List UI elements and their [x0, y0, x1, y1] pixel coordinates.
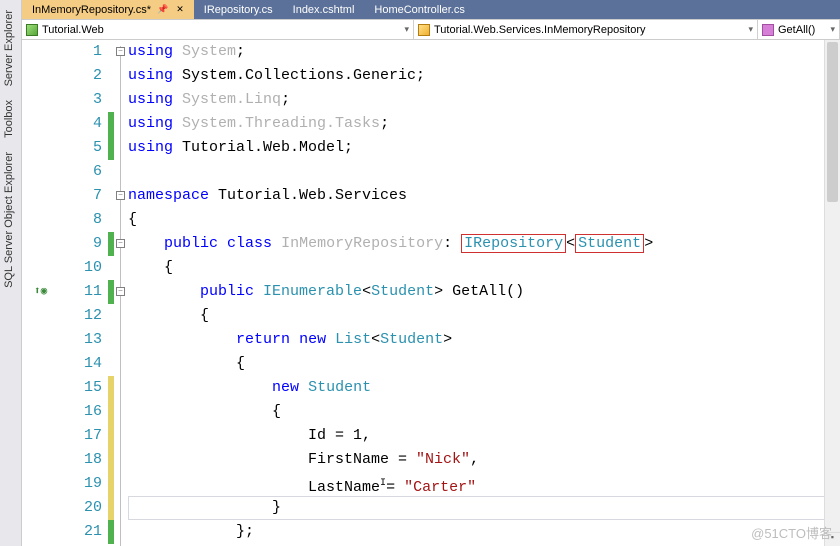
line-number: 14 [58, 352, 102, 376]
line-number: 7 [58, 184, 102, 208]
nav-class-label: Tutorial.Web.Services.InMemoryRepository [434, 24, 646, 36]
file-tab-label: HomeController.cs [374, 4, 464, 16]
line-number: 9 [58, 232, 102, 256]
line-number: 16 [58, 400, 102, 424]
fold-toggle[interactable]: − [116, 239, 125, 248]
file-tab-active[interactable]: InMemoryRepository.cs* 📌 ✕ [22, 0, 194, 19]
line-number: 4 [58, 112, 102, 136]
nav-class-dropdown[interactable]: Tutorial.Web.Services.InMemoryRepository… [414, 20, 758, 39]
code-line[interactable]: using System.Linq; [128, 88, 840, 112]
file-tab[interactable]: IRepository.cs [194, 0, 283, 19]
code-line[interactable]: Id = 1, [128, 424, 840, 448]
line-number: 11 [58, 280, 102, 304]
code-line[interactable]: public IEnumerable<Student> GetAll() [128, 280, 840, 304]
code-line[interactable]: using Tutorial.Web.Model; [128, 136, 840, 160]
file-tab-label: Index.cshtml [293, 4, 355, 16]
outline-column: − − − − [114, 40, 128, 546]
code-line[interactable]: } [128, 496, 840, 520]
close-icon[interactable]: ✕ [176, 4, 184, 15]
fold-toggle[interactable]: − [116, 287, 125, 296]
line-number: 6 [58, 160, 102, 184]
line-number: 3 [58, 88, 102, 112]
side-toolbars: Server Explorer Toolbox SQL Server Objec… [0, 0, 22, 546]
chevron-down-icon: ▾ [830, 24, 835, 35]
code-line[interactable]: { [128, 352, 840, 376]
sidebar-server-explorer[interactable]: Server Explorer [0, 6, 21, 90]
line-number: 12 [58, 304, 102, 328]
code-line[interactable]: return new List<Student> [128, 328, 840, 352]
line-number: 1 [58, 40, 102, 64]
tab-bar-filler [475, 0, 840, 19]
file-tab[interactable]: HomeController.cs [364, 0, 474, 19]
vertical-scrollbar[interactable]: ▴ ▪ [824, 40, 840, 546]
line-number: 10 [58, 256, 102, 280]
line-number: 21 [58, 520, 102, 544]
nav-project-label: Tutorial.Web [42, 24, 104, 36]
sidebar-sql-server-object-explorer[interactable]: SQL Server Object Explorer [0, 148, 21, 292]
line-number: 17 [58, 424, 102, 448]
code-line[interactable]: LastNameI= "Carter" [128, 472, 840, 496]
line-number: 13 [58, 328, 102, 352]
code-line[interactable]: namespace Tutorial.Web.Services [128, 184, 840, 208]
fold-toggle[interactable]: − [116, 47, 125, 56]
line-number: 20 [58, 496, 102, 520]
class-icon [418, 24, 430, 36]
line-number: 18 [58, 448, 102, 472]
code-line[interactable]: { [128, 400, 840, 424]
code-line[interactable]: }; [128, 520, 840, 544]
navigation-bar: Tutorial.Web ▾ Tutorial.Web.Services.InM… [22, 20, 840, 40]
file-tab-label: InMemoryRepository.cs* [32, 4, 151, 16]
file-tab[interactable]: Index.cshtml [283, 0, 365, 19]
file-tab-bar: InMemoryRepository.cs* 📌 ✕ IRepository.c… [22, 0, 840, 20]
file-tab-label: IRepository.cs [204, 4, 273, 16]
watermark: @51CTO博客 [751, 523, 832, 542]
implements-glyph-icon[interactable]: ⬆◉ [34, 284, 47, 298]
scrollbar-thumb[interactable] [827, 42, 838, 202]
nav-member-dropdown[interactable]: GetAll() ▾ [758, 20, 840, 39]
code-line[interactable]: { [128, 256, 840, 280]
line-number: 2 [58, 64, 102, 88]
code-line[interactable]: using System.Threading.Tasks; [128, 112, 840, 136]
project-icon [26, 24, 38, 36]
fold-toggle[interactable]: − [116, 191, 125, 200]
line-number: 19 [58, 472, 102, 496]
method-icon [762, 24, 774, 36]
nav-member-label: GetAll() [778, 24, 815, 36]
pin-icon[interactable]: 📌 [157, 4, 168, 15]
code-line[interactable]: using System.Collections.Generic; [128, 64, 840, 88]
code-line[interactable]: FirstName = "Nick", [128, 448, 840, 472]
nav-project-dropdown[interactable]: Tutorial.Web ▾ [22, 20, 414, 39]
code-line[interactable]: { [128, 208, 840, 232]
line-number: 5 [58, 136, 102, 160]
chevron-down-icon: ▾ [404, 24, 409, 35]
code-line[interactable]: new Student [128, 376, 840, 400]
code-line[interactable] [128, 160, 840, 184]
line-number: 8 [58, 208, 102, 232]
code-line[interactable]: { [128, 304, 840, 328]
line-number: 15 [58, 376, 102, 400]
glyph-margin: ⬆◉ [22, 40, 58, 546]
code-editor[interactable]: ⬆◉ 12345678910111213141516171819202122 −… [22, 40, 840, 546]
code-line[interactable]: public class InMemoryRepository: IReposi… [128, 232, 840, 256]
code-area[interactable]: using System;using System.Collections.Ge… [128, 40, 840, 546]
line-number-gutter: 12345678910111213141516171819202122 [58, 40, 108, 546]
code-line[interactable]: using System; [128, 40, 840, 64]
chevron-down-icon: ▾ [748, 24, 753, 35]
sidebar-toolbox[interactable]: Toolbox [0, 96, 21, 142]
